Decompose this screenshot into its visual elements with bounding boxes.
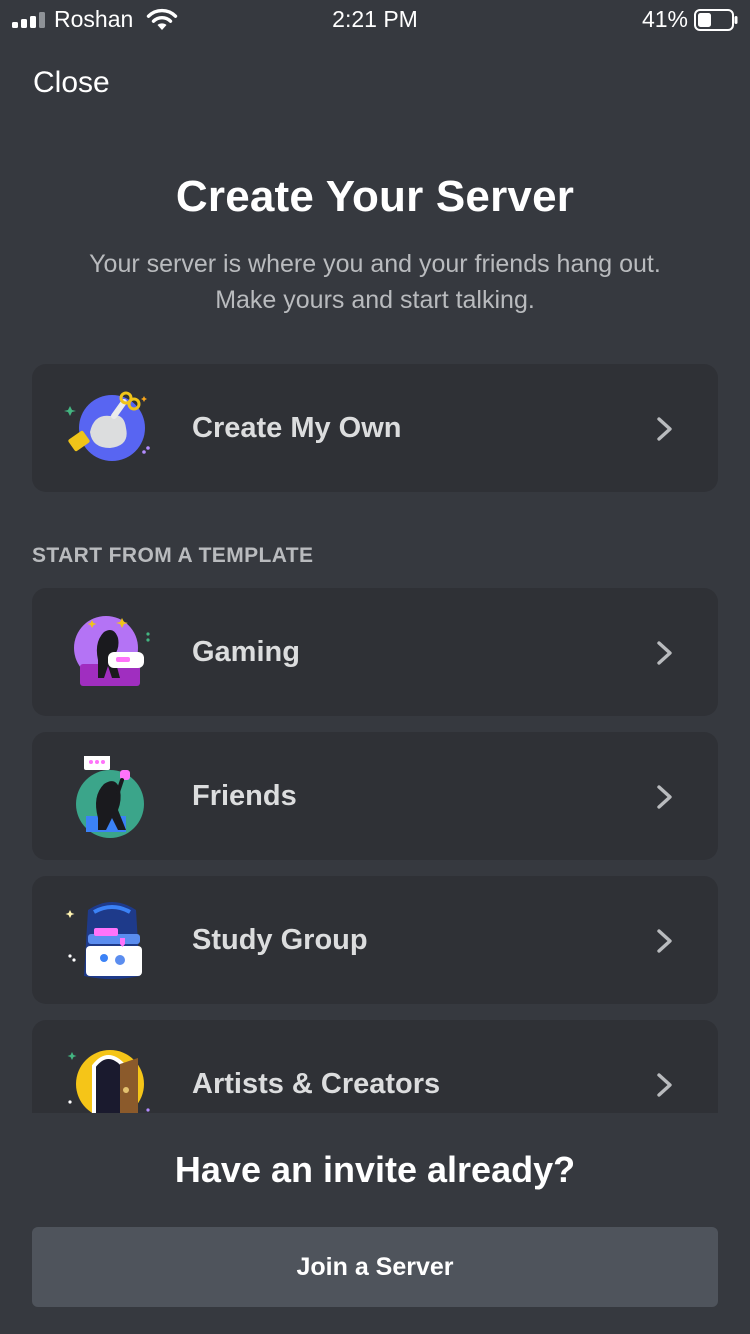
chevron-right-icon: [657, 929, 672, 953]
chevron-right-icon: [657, 1073, 672, 1097]
template-section-header: START FROM A TEMPLATE: [32, 544, 314, 567]
create-server-illustration-icon: [64, 391, 150, 461]
subtitle-line-1: Your server is where you and your friend…: [89, 250, 661, 278]
template-gaming-label: Gaming: [192, 636, 300, 668]
status-time: 2:21 PM: [332, 6, 418, 32]
create-my-own-label: Create My Own: [192, 412, 402, 444]
template-study-group-label: Study Group: [192, 924, 368, 956]
chevron-right-icon: [657, 785, 672, 809]
artists-creators-illustration-icon: [67, 1050, 150, 1113]
invite-title: Have an invite already?: [174, 1149, 576, 1190]
template-artists-creators-label: Artists & Creators: [192, 1068, 441, 1100]
create-my-own-button[interactable]: Create My Own: [32, 364, 718, 492]
subtitle-line-2: Make yours and start talking.: [215, 286, 535, 314]
join-server-button[interactable]: Join a Server: [32, 1227, 718, 1307]
battery-icon: [694, 9, 738, 31]
chevron-right-icon: [657, 417, 672, 441]
status-bar: Roshan 2:21 PM 41%: [0, 0, 750, 40]
gaming-illustration-icon: [74, 616, 150, 686]
template-gaming[interactable]: Gaming: [32, 588, 718, 716]
template-artists-creators[interactable]: Artists & Creators: [32, 1020, 718, 1113]
page-subtitle: Your server is where you and your friend…: [40, 246, 710, 318]
page-title: Create Your Server: [175, 172, 575, 221]
invite-panel: Have an invite already? Join a Server: [0, 1113, 750, 1334]
close-button[interactable]: Close: [33, 66, 110, 100]
template-friends[interactable]: Friends: [32, 732, 718, 860]
friends-illustration-icon: [76, 756, 144, 838]
battery-percentage: 41%: [641, 6, 688, 32]
template-friends-label: Friends: [192, 780, 297, 812]
chevron-right-icon: [657, 641, 672, 665]
template-study-group[interactable]: Study Group: [32, 876, 718, 1004]
template-list: Gaming Friends Study Group Artists & Cre…: [0, 588, 750, 1113]
study-group-illustration-icon: [65, 902, 142, 979]
